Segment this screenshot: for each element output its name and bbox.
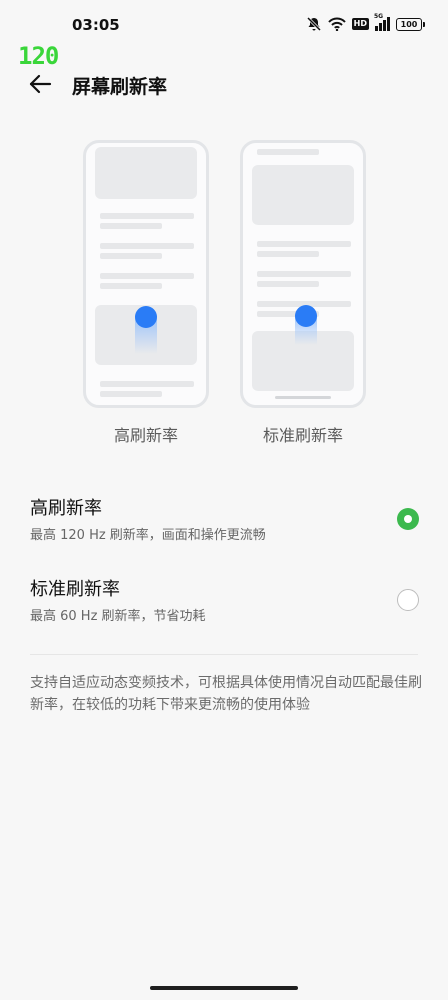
touch-dot [295,305,317,327]
radio-selected[interactable] [397,508,419,530]
description-text: 支持自适应动态变频技术，可根据具体使用情况自动匹配最佳刷新率，在较低的功耗下带来… [30,675,422,713]
gesture-navigation-bar[interactable] [150,986,298,990]
option-subtitle: 最高 60 Hz 刷新率，节省功耗 [30,609,206,624]
radio-unselected[interactable] [397,589,419,611]
arrow-left-icon[interactable] [26,70,54,98]
battery-level: 100 [400,19,418,29]
hd-icon: HD [351,18,369,30]
divider [30,654,418,655]
preview-label-high: 高刷新率 [113,426,178,445]
status-bar: 03:05 HD 5G 100 [0,0,448,48]
page-title: 屏幕刷新率 [72,76,168,98]
app-bar: 屏幕刷新率 [0,64,448,104]
wifi-icon [327,17,346,31]
status-icons: HD 5G 100 [306,13,425,32]
signal-icon: 5G [374,13,390,31]
preview-label-standard: 标准刷新率 [262,426,343,445]
option-subtitle: 最高 120 Hz 刷新率，画面和操作更流畅 [30,528,266,543]
option-high-refresh[interactable]: 高刷新率 最高 120 Hz 刷新率，画面和操作更流畅 [0,494,448,562]
battery-icon: 100 [396,17,425,31]
status-time: 03:05 [72,16,120,34]
network-type-label: 5G [374,13,384,20]
mute-icon [306,16,321,32]
option-standard-refresh[interactable]: 标准刷新率 最高 60 Hz 刷新率，节省功耗 [0,575,448,643]
touch-dot [135,306,157,328]
option-title: 高刷新率 [30,498,102,519]
option-title: 标准刷新率 [30,579,120,600]
preview-standard-refresh[interactable] [240,140,366,408]
preview-high-refresh[interactable] [83,140,209,408]
